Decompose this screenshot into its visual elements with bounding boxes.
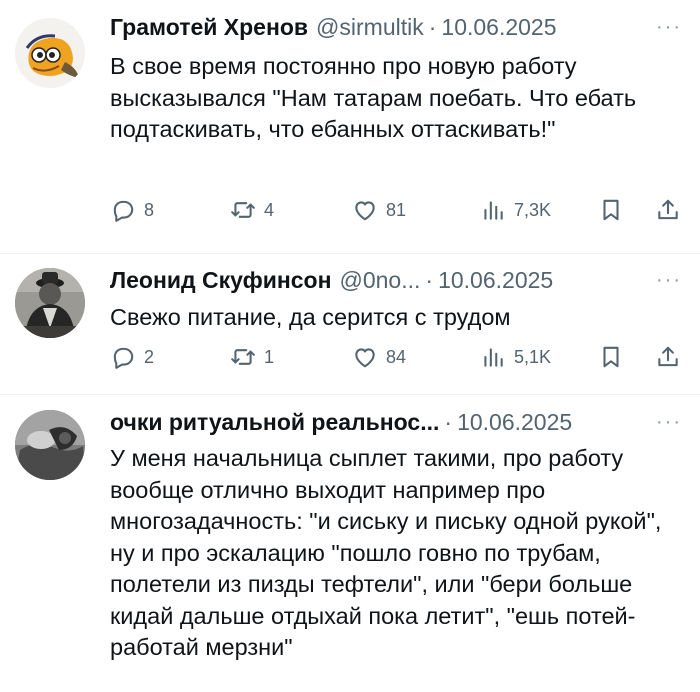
views-button[interactable]: 5,1K (480, 340, 551, 374)
header-separator: · (425, 267, 434, 293)
retweet-icon (231, 202, 255, 218)
bookmark-icon (603, 346, 619, 368)
views-count: 7,3K (514, 199, 552, 220)
tweet-text: Свежо питание, да серится с трудом (110, 304, 511, 330)
like-count: 81 (386, 199, 407, 220)
share-button[interactable] (655, 193, 681, 227)
avatar-image (15, 268, 85, 338)
views-icon (484, 201, 503, 220)
views-icon (484, 348, 503, 367)
header-separator: · (444, 409, 453, 435)
bookmark-button[interactable] (598, 340, 624, 374)
tweet-date[interactable]: 10.06.2025 (457, 409, 572, 436)
retweet-count: 1 (264, 346, 275, 367)
share-button[interactable] (655, 340, 681, 374)
reply-button[interactable]: 2 (110, 340, 154, 374)
more-options-icon[interactable]: ··· (656, 16, 682, 39)
views-count: 5,1K (514, 346, 552, 367)
header-separator: · (428, 14, 437, 40)
reply-button[interactable]: 8 (110, 193, 154, 227)
more-options-icon[interactable]: ··· (656, 269, 682, 292)
author-handle[interactable]: @0no... (340, 267, 421, 294)
tweet-header: очки ритуальной реальнос... · 10.06.2025 (110, 409, 680, 443)
reply-count: 2 (144, 346, 155, 367)
views-button[interactable]: 7,3K (480, 193, 551, 227)
retweet-icon (231, 349, 255, 365)
tweet-actions: 8 4 81 7,3K (110, 193, 685, 227)
tweet-date[interactable]: 10.06.2025 (438, 267, 553, 294)
retweet-button[interactable]: 1 (230, 340, 274, 374)
heart-icon (355, 201, 375, 221)
share-icon (658, 199, 678, 220)
tweet[interactable]: Леонид Скуфинсон @0no... · 10.06.2025 ··… (0, 254, 700, 394)
tweet-actions: 2 1 84 5,1K (110, 340, 685, 374)
heart-icon (355, 348, 375, 368)
author-handle[interactable]: @sirmultik (316, 14, 424, 41)
tweet-header: Леонид Скуфинсон @0no... · 10.06.2025 (110, 267, 680, 301)
reply-icon (113, 200, 134, 222)
avatar[interactable] (15, 268, 85, 338)
tweet[interactable]: Грамотей Хренов @sirmultik · 10.06.2025 … (0, 0, 700, 253)
like-count: 84 (386, 346, 407, 367)
bookmark-button[interactable] (598, 193, 624, 227)
like-button[interactable]: 84 (352, 340, 406, 374)
reply-icon (113, 347, 134, 369)
author-name[interactable]: очки ритуальной реальнос... (110, 409, 439, 436)
retweet-button[interactable]: 4 (230, 193, 274, 227)
avatar-image (15, 410, 85, 480)
author-name[interactable]: Грамотей Хренов (110, 14, 308, 41)
reply-count: 8 (144, 199, 155, 220)
author-name[interactable]: Леонид Скуфинсон (110, 267, 332, 294)
bookmark-icon (603, 199, 619, 221)
retweet-count: 4 (264, 199, 275, 220)
avatar-image (15, 18, 85, 88)
tweet[interactable]: очки ритуальной реальнос... · 10.06.2025… (0, 395, 700, 692)
avatar[interactable] (15, 410, 85, 480)
tweet-header: Грамотей Хренов @sirmultik · 10.06.2025 (110, 14, 680, 48)
more-options-icon[interactable]: ··· (656, 411, 682, 434)
like-button[interactable]: 81 (352, 193, 406, 227)
tweet-date[interactable]: 10.06.2025 (441, 14, 556, 41)
tweet-text: У меня начальница сыплет такими, про раб… (110, 445, 662, 660)
share-icon (658, 346, 678, 367)
avatar[interactable] (15, 18, 85, 88)
tweet-text: В свое время постоянно про новую работу … (110, 53, 637, 142)
